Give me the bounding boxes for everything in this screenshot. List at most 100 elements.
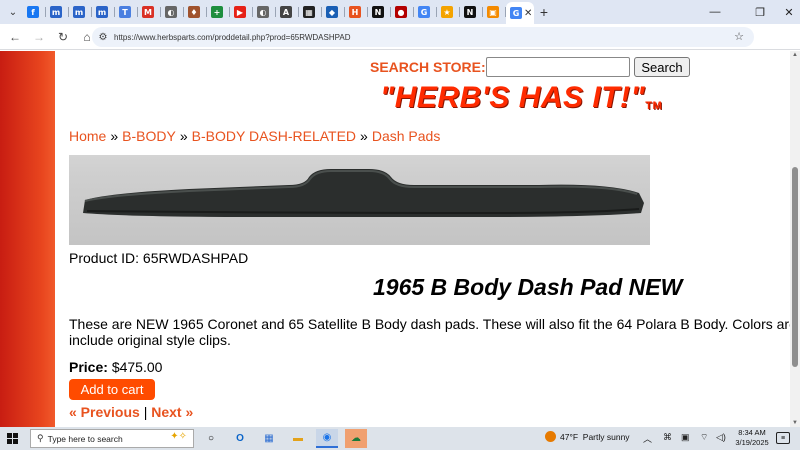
browser-tab[interactable]: M	[138, 2, 161, 22]
herbs-logo[interactable]: "HERB'S HAS IT!"TM	[380, 81, 662, 115]
browser-toolbar: ← → ↻ ⌂ ⚙ https://www.herbsparts.com/pro…	[0, 24, 800, 68]
start-button[interactable]	[0, 427, 24, 450]
browser-tab[interactable]: ◐	[253, 2, 276, 22]
chrome-icon[interactable]: ◉	[316, 429, 338, 448]
windows-logo-icon	[6, 433, 18, 444]
browser-tab[interactable]: m	[92, 2, 115, 22]
page-scrollbar[interactable]: ▲ ▼	[790, 51, 800, 427]
scroll-down-icon[interactable]: ▼	[792, 420, 798, 426]
network-icon[interactable]: ⌔	[700, 432, 708, 443]
next-link[interactable]: Next »	[151, 404, 193, 420]
cloud-upload-icon[interactable]: ☁	[345, 429, 367, 448]
facebook-icon: f	[27, 6, 39, 18]
site-icon: m	[73, 6, 85, 18]
browser-tab[interactable]: ▦	[299, 2, 322, 22]
browser-tab[interactable]: ♦	[184, 2, 207, 22]
previous-link[interactable]: « Previous	[69, 404, 140, 420]
web-page: SEARCH STORE: Search "HERB'S HAS IT!"TM …	[0, 51, 800, 427]
minimize-button[interactable]: —	[700, 0, 730, 24]
site-info-icon[interactable]: ⚙	[94, 32, 112, 43]
search-icon: ⚲	[37, 433, 44, 443]
close-window-button[interactable]: ✕	[774, 0, 800, 24]
browser-tab[interactable]: ●	[391, 2, 414, 22]
translate-icon: T	[119, 6, 131, 18]
bookmark-star-icon[interactable]: ☆	[734, 30, 744, 43]
scrollbar-thumb[interactable]	[792, 167, 798, 367]
site-icon: N	[372, 6, 384, 18]
site-icon: N	[464, 6, 476, 18]
search-button[interactable]: Search	[634, 57, 690, 77]
search-store-input[interactable]	[486, 57, 630, 77]
browser-tab[interactable]: ★	[437, 2, 460, 22]
outlook-icon[interactable]: O	[229, 429, 251, 448]
notifications-icon[interactable]: ≡	[776, 432, 790, 444]
volume-icon[interactable]: ◁)	[716, 432, 726, 443]
display-icon[interactable]: ▣	[681, 432, 690, 443]
browser-tab[interactable]: ◆	[322, 2, 345, 22]
gmail-icon: M	[142, 6, 154, 18]
store-icon[interactable]: ▦	[258, 429, 280, 448]
close-tab-icon[interactable]: ✕	[524, 8, 532, 19]
price-value: $475.00	[111, 359, 163, 375]
system-clock[interactable]: 8:34 AM 3/19/2025	[732, 428, 772, 448]
breadcrumb-dash-related[interactable]: B-BODY DASH-RELATED	[192, 128, 356, 144]
task-view-icon[interactable]: ○	[200, 429, 222, 448]
product-image[interactable]	[69, 155, 650, 245]
temperature: 47°F	[560, 431, 579, 442]
badge-icon: ♦	[188, 6, 200, 18]
new-tab-button[interactable]: +	[534, 4, 554, 20]
browser-tab[interactable]: f	[23, 2, 46, 22]
globe-icon: ◐	[257, 6, 269, 18]
browser-tab[interactable]: +	[207, 2, 230, 22]
browser-tab[interactable]: m	[46, 2, 69, 22]
pager-separator: |	[143, 404, 148, 420]
google-icon: G	[510, 7, 522, 19]
browser-tab[interactable]: m	[69, 2, 92, 22]
weather-widget[interactable]: 47°F Partly sunny	[545, 431, 630, 442]
breadcrumb: Home» B-BODY» B-BODY DASH-RELATED» Dash Pad…	[69, 128, 440, 144]
site-icon: ★	[441, 6, 453, 18]
windows-taskbar: ⚲ Type here to search ✦✧ ○ O ▦ ▬ ◉ ☁ 47°…	[0, 427, 800, 450]
left-decorative-bar	[0, 51, 55, 427]
browser-tab[interactable]: N	[460, 2, 483, 22]
site-icon: H	[349, 6, 361, 18]
show-hidden-icons-icon[interactable]: ︿	[643, 432, 652, 445]
onedrive-icon[interactable]: ⌘	[663, 432, 672, 443]
browser-tab[interactable]: G	[414, 2, 437, 22]
product-description: These are NEW 1965 Coronet and 65 Satell…	[69, 316, 800, 348]
browser-tab[interactable]: N	[368, 2, 391, 22]
description-line: These are NEW 1965 Coronet and 65 Satell…	[69, 316, 800, 332]
back-icon[interactable]: ←	[4, 26, 26, 48]
breadcrumb-b-body[interactable]: B-BODY	[122, 128, 176, 144]
maximize-button[interactable]: ❐	[745, 0, 775, 24]
site-icon: ▦	[303, 6, 315, 18]
browser-tab[interactable]: A	[276, 2, 299, 22]
taskbar-search-box[interactable]: ⚲ Type here to search ✦✧	[30, 429, 194, 448]
breadcrumb-separator: »	[110, 128, 119, 144]
price: Price: $475.00	[69, 359, 162, 375]
browser-tab[interactable]: G ✕	[506, 2, 534, 24]
add-to-cart-button[interactable]: Add to cart	[69, 379, 155, 400]
browser-tab[interactable]: ◐	[161, 2, 184, 22]
breadcrumb-dash-pads[interactable]: Dash Pads	[372, 128, 440, 144]
price-label: Price:	[69, 359, 108, 375]
weather-condition: Partly sunny	[582, 431, 630, 442]
browser-tab[interactable]: ▶	[230, 2, 253, 22]
reload-icon[interactable]: ↻	[52, 26, 74, 48]
clock-date: 3/19/2025	[735, 438, 769, 447]
browser-tab[interactable]: T	[115, 2, 138, 22]
address-bar[interactable]: ⚙ https://www.herbsparts.com/proddetail.…	[92, 27, 754, 47]
scroll-up-icon[interactable]: ▲	[792, 52, 798, 58]
file-explorer-icon[interactable]: ▬	[287, 429, 309, 448]
browser-tab[interactable]: ▣	[483, 2, 506, 22]
dash-pad-photo	[83, 169, 644, 217]
browser-tab[interactable]: H	[345, 2, 368, 22]
forward-icon[interactable]: →	[28, 26, 50, 48]
youtube-icon: ▶	[234, 6, 246, 18]
tab-search-chevron-icon[interactable]: ⌄	[3, 2, 23, 22]
product-pager: « Previous | Next »	[69, 404, 193, 420]
breadcrumb-home[interactable]: Home	[69, 128, 106, 144]
sheets-icon: +	[211, 6, 223, 18]
url-text[interactable]: https://www.herbsparts.com/proddetail.ph…	[114, 33, 350, 42]
product-title: 1965 B Body Dash Pad NEW	[373, 274, 683, 300]
